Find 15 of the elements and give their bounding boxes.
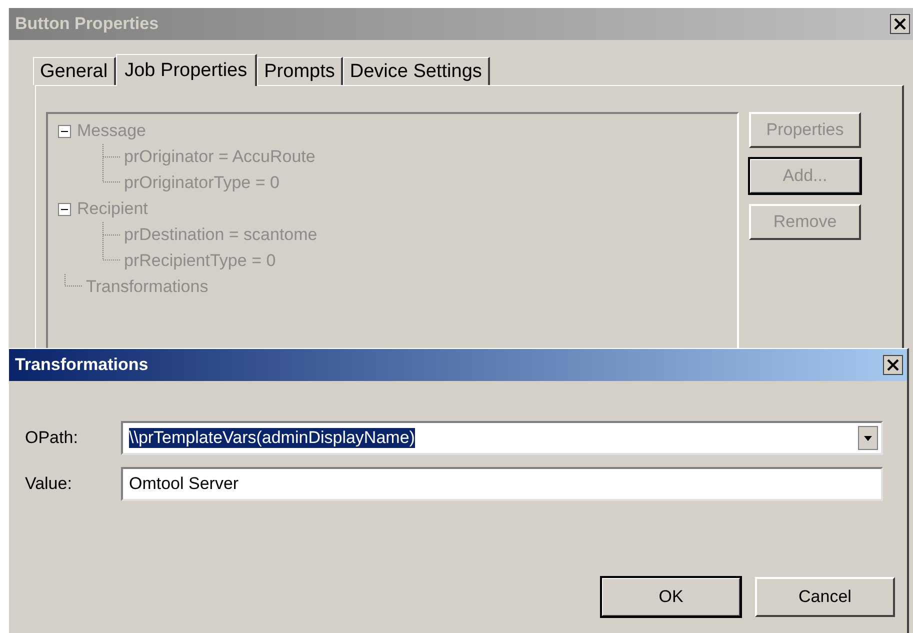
close-icon[interactable] <box>890 14 910 34</box>
dialog-title: Transformations <box>15 355 148 375</box>
field-label: Value: <box>25 474 73 494</box>
tree-connector <box>64 274 84 287</box>
tab[interactable]: Device Settings <box>342 57 490 85</box>
combo-box[interactable]: \\prTemplateVars(adminDisplayName) <box>121 421 883 455</box>
window-title: Button Properties <box>15 14 159 34</box>
close-icon[interactable] <box>883 355 903 375</box>
input-field[interactable]: Omtool Server <box>121 467 883 501</box>
field-label: OPath: <box>25 428 79 448</box>
dialog-button[interactable]: Cancel <box>755 577 895 617</box>
tab[interactable]: Prompts <box>257 57 343 85</box>
tab[interactable]: Job Properties <box>116 54 258 86</box>
dropdown-icon[interactable] <box>858 426 878 450</box>
dialog-button[interactable]: OK <box>601 577 741 617</box>
